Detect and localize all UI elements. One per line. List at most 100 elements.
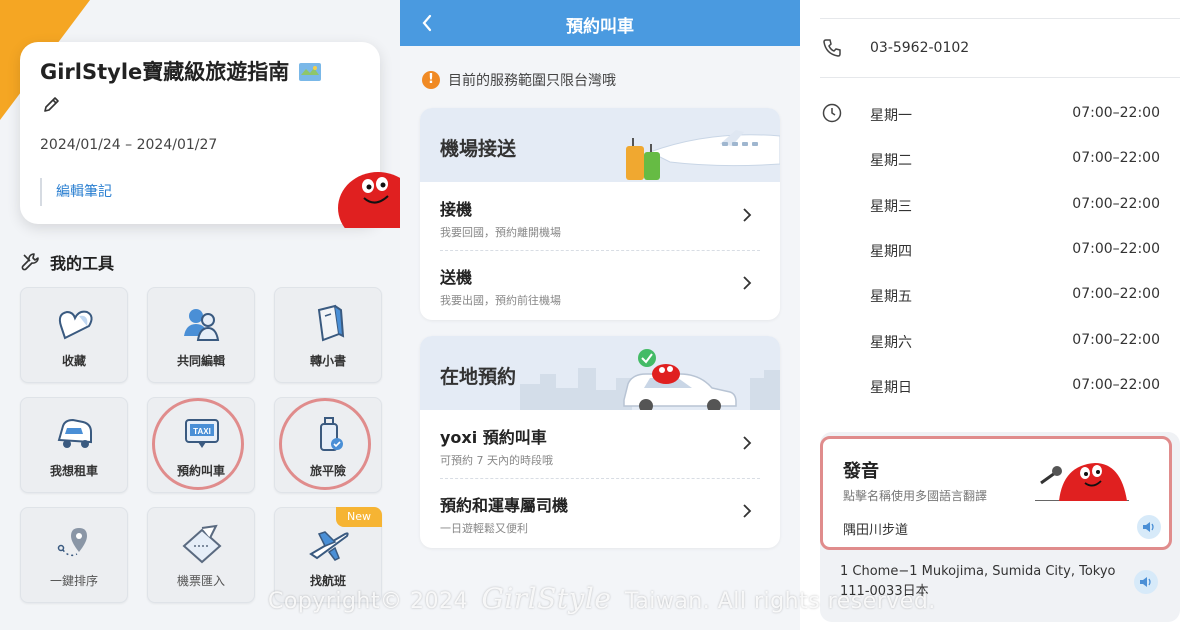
time-range: 07:00–22:00 (1072, 286, 1160, 302)
trip-dates: 2024/01/24 – 2024/01/27 (40, 137, 218, 153)
speaker-icon[interactable] (1137, 515, 1161, 539)
row-subtitle: 我要回國，預約離開機場 (440, 226, 561, 239)
phone-number[interactable]: 03-5962-0102 (870, 40, 969, 56)
chevron-right-icon (743, 208, 752, 222)
highlight-ring-taxi (152, 398, 244, 490)
map-icon (298, 63, 321, 81)
warning-icon: ! (422, 71, 440, 89)
tool-label: 機票匯入 (176, 574, 225, 588)
day-label: 星期四 (870, 244, 912, 260)
pronunciation-subtitle: 點擊名稱使用多國語言翻譯 (843, 489, 988, 503)
chevron-right-icon (743, 436, 752, 450)
route-icon (57, 528, 87, 557)
tool-auto-sort[interactable]: 一鍵排序 (20, 507, 128, 603)
time-range: 07:00–22:00 (1072, 196, 1160, 212)
private-driver-row[interactable]: 預約和運專屬司機 一日遊輕鬆又便利 (420, 478, 780, 546)
clock-icon (822, 103, 842, 123)
airport-transfer-card: 機場接送 接機 我要回國，預約離開機場 送機 我要出國，預約前往機場 (420, 108, 780, 320)
section-title: 在地預約 (440, 366, 517, 388)
place-name[interactable]: 隅田川步道 (843, 519, 908, 538)
row-subtitle: 我要出國，預約前往機場 (440, 294, 561, 307)
hours-row: 星期三 07:00–22:00 (870, 196, 1160, 216)
day-label: 星期二 (870, 153, 912, 169)
tool-label: 轉小書 (309, 354, 346, 368)
day-label: 星期六 (870, 335, 912, 351)
hours-row: 星期日 07:00–22:00 (870, 377, 1160, 397)
tool-label: 共同編輯 (176, 354, 225, 368)
row-title: yoxi 預約叫車 (440, 428, 547, 447)
pronunciation-title: 發音 (843, 461, 879, 482)
tool-label: 一鍵排序 (49, 574, 98, 588)
car-icon (57, 418, 92, 448)
tool-ticket-import[interactable]: 機票匯入 (147, 507, 255, 603)
tool-co-edit[interactable]: 共同編輯 (147, 287, 255, 383)
place-detail-panel: 03-5962-0102 星期一 07:00–22:00 星期二 07:00–22:… (800, 0, 1200, 630)
row-title: 接機 (440, 200, 473, 219)
row-subtitle: 一日遊輕鬆又便利 (440, 522, 528, 535)
mascot-microphone-icon (1035, 463, 1129, 501)
phone-icon (823, 39, 841, 57)
trip-tools-panel: GirlStyle寶藏級旅遊指南 2024/01/24 – 2024/01/27… (0, 0, 400, 630)
speaker-icon[interactable] (1134, 570, 1158, 594)
divider (820, 77, 1180, 78)
watermark-suffix: Taiwan. All rights reserved. (624, 589, 936, 614)
local-booking-card: 在地預約 yoxi 預約叫車 可預約 7 天內的時段哦 預約和運專屬司機 一日遊… (420, 336, 780, 548)
chevron-right-icon (743, 504, 752, 518)
pickup-row[interactable]: 接機 我要回國，預約離開機場 (420, 182, 780, 250)
nav-bar: 預約叫車 (400, 0, 800, 46)
tool-label: 我想租車 (49, 464, 98, 478)
city-car-illustration (520, 349, 780, 410)
dropoff-row[interactable]: 送機 我要出國，預約前往機場 (420, 250, 780, 318)
time-range: 07:00–22:00 (1072, 241, 1160, 257)
day-label: 星期日 (870, 380, 912, 396)
time-range: 07:00–22:00 (1072, 150, 1160, 166)
pronunciation-card[interactable]: 發音 點擊名稱使用多國語言翻譯 隅田川步道 (820, 436, 1172, 550)
heart-icon (58, 310, 93, 340)
tool-label: 收藏 (61, 354, 86, 368)
watermark-brand: GirlStyle (481, 582, 612, 615)
tool-booklet[interactable]: 轉小書 (274, 287, 382, 383)
time-range: 07:00–22:00 (1072, 332, 1160, 348)
hours-row: 星期六 07:00–22:00 (870, 332, 1160, 352)
divider (820, 18, 1180, 19)
red-mascot-icon (338, 172, 400, 228)
row-title: 送機 (440, 268, 473, 287)
tools-header: 我的工具 (20, 250, 114, 274)
wrench-icon (21, 253, 39, 271)
trip-title-text: GirlStyle寶藏級旅遊指南 (40, 60, 290, 84)
hours-row: 星期二 07:00–22:00 (870, 150, 1160, 170)
trip-card[interactable]: GirlStyle寶藏級旅遊指南 2024/01/24 – 2024/01/27… (20, 42, 380, 224)
time-range: 07:00–22:00 (1072, 105, 1160, 121)
tool-rent-car[interactable]: 我想租車 (20, 397, 128, 493)
section-title: 機場接送 (440, 138, 517, 160)
hours-row: 星期四 07:00–22:00 (870, 241, 1160, 261)
day-label: 星期一 (870, 108, 912, 124)
service-notice: ! 目前的服務範圍只限台灣哦 (422, 70, 616, 90)
notice-text: 目前的服務範圍只限台灣哦 (448, 73, 616, 89)
yoxi-booking-row[interactable]: yoxi 預約叫車 可預約 7 天內的時段哦 (420, 410, 780, 478)
highlight-ring-insurance (279, 398, 371, 490)
book-icon (317, 304, 345, 342)
edit-note-link[interactable]: 編輯筆記 (40, 178, 112, 206)
trip-title: GirlStyle寶藏級旅遊指南 (40, 56, 321, 86)
time-range: 07:00–22:00 (1072, 377, 1160, 393)
airplane-icon (309, 531, 349, 561)
row-subtitle: 可預約 7 天內的時段哦 (440, 454, 553, 467)
row-title: 預約和運專屬司機 (440, 496, 569, 515)
local-card-header: 在地預約 (420, 336, 780, 410)
pencil-icon[interactable] (42, 94, 62, 114)
airport-card-header: 機場接送 (420, 108, 780, 182)
new-badge: New (336, 507, 382, 527)
chevron-right-icon (743, 276, 752, 290)
watermark-prefix: Copyright© 2024 (268, 589, 468, 614)
ticket-icon (182, 524, 222, 564)
page-title: 預約叫車 (566, 17, 634, 37)
hours-row: 星期一 07:00–22:00 (870, 105, 1160, 125)
day-label: 星期三 (870, 199, 912, 215)
airport-illustration (626, 130, 780, 180)
tool-favorite[interactable]: 收藏 (20, 287, 128, 383)
people-icon (184, 309, 220, 341)
copyright-watermark: Copyright© 2024 GirlStyle Taiwan. All ri… (268, 582, 936, 615)
book-taxi-panel: 預約叫車 ! 目前的服務範圍只限台灣哦 機場接送 接機 我要回國，預約離開機場 … (400, 0, 800, 630)
tools-title: 我的工具 (50, 254, 115, 273)
